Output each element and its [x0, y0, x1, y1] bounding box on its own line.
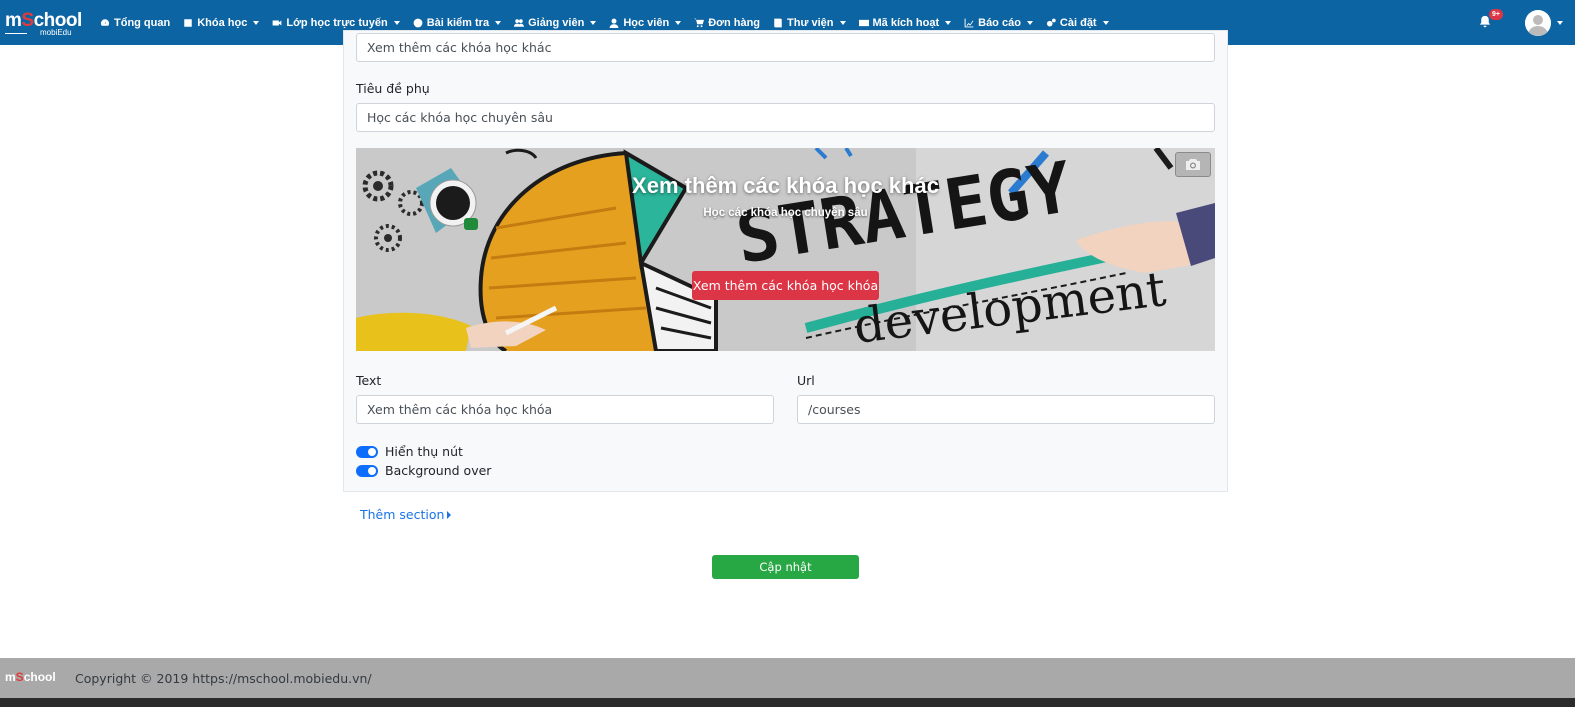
nav-item-label: Báo cáo [978, 16, 1021, 29]
chevron-down-icon [393, 20, 400, 25]
toggle-background-row: Background over [356, 463, 491, 478]
nav-item-label: Khóa học [197, 16, 248, 29]
library-icon [774, 18, 782, 27]
camera-icon [1186, 159, 1200, 170]
nav-item-label: Giảng viên [528, 16, 585, 29]
subtitle-label: Tiêu đề phụ [356, 81, 430, 96]
nav-item-label: Cài đặt [1059, 16, 1097, 29]
button-text-input[interactable]: Xem thêm các khóa học khóa [356, 395, 774, 424]
chevron-down-icon [590, 20, 597, 25]
banner-title: Xem thêm các khóa học khác [632, 173, 939, 198]
footer-logo: mSchool [5, 670, 56, 684]
url-label: Url [797, 373, 815, 388]
nav-item-4[interactable]: Giảng viên [514, 16, 597, 29]
nav-item-2[interactable]: Lớp học trực tuyến [272, 16, 400, 29]
change-image-button[interactable] [1175, 152, 1211, 177]
nav-item-5[interactable]: Học viên [609, 16, 682, 29]
brand-logo[interactable]: mSchool mobiEdu [0, 0, 90, 45]
nav-item-7[interactable]: Thư viện [773, 16, 846, 29]
question-icon [413, 18, 423, 27]
nav-item-label: Đơn hàng [708, 16, 761, 29]
update-button[interactable]: Cập nhật [712, 555, 859, 579]
nav-item-label: Bài kiểm tra [426, 16, 490, 29]
dashboard-icon [100, 18, 110, 26]
avatar[interactable] [1525, 10, 1551, 36]
nav-item-label: Học viên [623, 16, 670, 29]
banner-preview: STRATEGY development Xem thêm các khóa h… [356, 148, 1215, 351]
nav-item-6[interactable]: Đơn hàng [694, 17, 760, 29]
nav-item-3[interactable]: Bài kiểm tra [413, 16, 502, 29]
toggle-show-button-row: Hiển thụ nút [356, 444, 463, 459]
brand-sub: mobiEdu [40, 28, 72, 37]
url-input[interactable]: /courses [797, 395, 1215, 424]
chart-icon [964, 18, 974, 27]
nav-item-label: Tổng quan [114, 16, 171, 29]
nav-item-8[interactable]: Mã kích hoạt [858, 16, 952, 29]
chevron-down-icon [945, 20, 952, 25]
nav-item-0[interactable]: Tổng quan [100, 17, 170, 29]
nav-item-label: Mã kích hoạt [872, 16, 940, 29]
book-icon [184, 18, 192, 27]
banner-cta-button[interactable]: Xem thêm các khóa học khóa [692, 271, 879, 300]
nav-item-1[interactable]: Khóa học [183, 16, 260, 29]
cogs-icon [1046, 18, 1056, 26]
nav-item-label: Thư viện [787, 16, 834, 29]
footer: mSchool Copyright © 2019 https://mschool… [0, 658, 1575, 698]
title-input[interactable]: Xem thêm các khóa học khác [356, 33, 1215, 62]
bottom-strip [0, 698, 1575, 707]
text-label: Text [356, 373, 382, 388]
nav-item-10[interactable]: Cài đặt [1046, 17, 1109, 29]
nav-item-label: Lớp học trực tuyến [286, 16, 388, 29]
chevron-down-icon [839, 20, 846, 25]
notification-badge: 9+ [1489, 9, 1503, 20]
chevron-down-icon [253, 20, 260, 25]
show-button-toggle[interactable] [356, 445, 378, 458]
chevron-down-icon [1026, 20, 1033, 25]
copyright-text: Copyright © 2019 https://mschool.mobiedu… [75, 671, 372, 686]
banner-subtitle: Học các khóa học chuyên sâu [703, 207, 868, 219]
chevron-down-icon [495, 20, 502, 25]
user-icon [609, 18, 619, 28]
users-icon [514, 18, 525, 27]
background-over-label: Background over [385, 463, 492, 478]
caret-right-icon [447, 510, 452, 519]
add-section-link[interactable]: Thêm section [360, 507, 452, 522]
chevron-down-icon [675, 20, 682, 25]
show-button-label: Hiển thụ nút [385, 444, 463, 459]
chevron-down-icon[interactable] [1557, 21, 1563, 25]
nav-right: 9+ [1455, 0, 1575, 45]
nav-item-9[interactable]: Báo cáo [964, 17, 1033, 29]
background-over-toggle[interactable] [356, 464, 378, 477]
cart-icon [694, 18, 705, 27]
video-icon [272, 20, 282, 25]
card-icon [858, 19, 869, 26]
subtitle-input[interactable]: Học các khóa học chuyên sâu [356, 103, 1215, 132]
user-avatar-icon [1525, 10, 1551, 36]
chevron-down-icon [1102, 20, 1109, 25]
